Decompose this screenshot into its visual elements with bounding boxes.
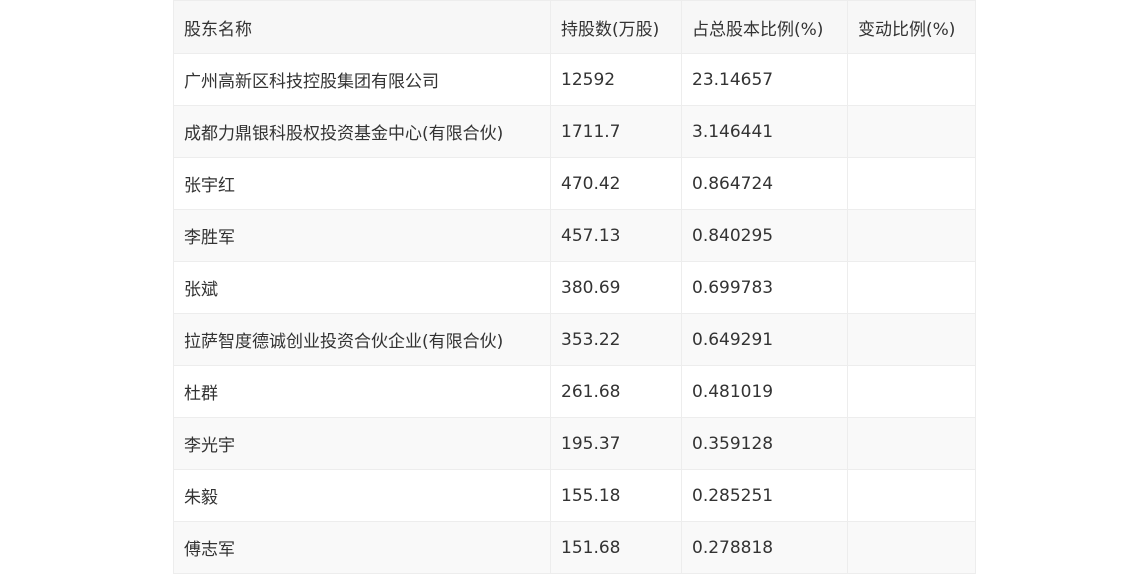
cell-ratio-total: 0.481019 bbox=[681, 365, 848, 418]
cell-shareholder-name: 张斌 bbox=[173, 261, 551, 314]
header-ratio-total: 占总股本比例(%) bbox=[681, 0, 848, 54]
table-row: 成都力鼎银科股权投资基金中心(有限合伙) 1711.7 3.146441 bbox=[173, 105, 976, 158]
cell-change-ratio bbox=[847, 417, 976, 470]
cell-shares-held: 155.18 bbox=[550, 469, 682, 522]
table-row: 张宇红 470.42 0.864724 bbox=[173, 157, 976, 210]
table-row: 拉萨智度德诚创业投资合伙企业(有限合伙) 353.22 0.649291 bbox=[173, 313, 976, 366]
cell-shareholder-name: 李胜军 bbox=[173, 209, 551, 262]
cell-ratio-total: 0.285251 bbox=[681, 469, 848, 522]
cell-shareholder-name: 成都力鼎银科股权投资基金中心(有限合伙) bbox=[173, 105, 551, 158]
cell-ratio-total: 0.864724 bbox=[681, 157, 848, 210]
cell-change-ratio bbox=[847, 53, 976, 106]
cell-change-ratio bbox=[847, 105, 976, 158]
page: 股东名称 持股数(万股) 占总股本比例(%) 变动比例(%) 广州高新区科技控股… bbox=[0, 0, 1148, 576]
table-row: 张斌 380.69 0.699783 bbox=[173, 261, 976, 314]
cell-ratio-total: 0.278818 bbox=[681, 521, 848, 574]
header-shares-held: 持股数(万股) bbox=[550, 0, 682, 54]
cell-shares-held: 151.68 bbox=[550, 521, 682, 574]
cell-change-ratio bbox=[847, 469, 976, 522]
cell-change-ratio bbox=[847, 261, 976, 314]
table-row: 广州高新区科技控股集团有限公司 12592 23.14657 bbox=[173, 53, 976, 106]
table-header: 股东名称 持股数(万股) 占总股本比例(%) 变动比例(%) bbox=[173, 0, 976, 54]
cell-change-ratio bbox=[847, 313, 976, 366]
cell-ratio-total: 0.649291 bbox=[681, 313, 848, 366]
cell-shares-held: 261.68 bbox=[550, 365, 682, 418]
cell-change-ratio bbox=[847, 365, 976, 418]
table-row: 杜群 261.68 0.481019 bbox=[173, 365, 976, 418]
cell-shares-held: 470.42 bbox=[550, 157, 682, 210]
header-shareholder-name: 股东名称 bbox=[173, 0, 551, 54]
cell-shareholder-name: 广州高新区科技控股集团有限公司 bbox=[173, 53, 551, 106]
cell-change-ratio bbox=[847, 157, 976, 210]
cell-ratio-total: 0.840295 bbox=[681, 209, 848, 262]
shareholders-table: 股东名称 持股数(万股) 占总股本比例(%) 变动比例(%) 广州高新区科技控股… bbox=[173, 0, 976, 574]
cell-shares-held: 353.22 bbox=[550, 313, 682, 366]
cell-shareholder-name: 杜群 bbox=[173, 365, 551, 418]
header-row: 股东名称 持股数(万股) 占总股本比例(%) 变动比例(%) bbox=[173, 0, 976, 54]
cell-change-ratio bbox=[847, 209, 976, 262]
cell-shareholder-name: 傅志军 bbox=[173, 521, 551, 574]
table-row: 朱毅 155.18 0.285251 bbox=[173, 469, 976, 522]
cell-shares-held: 380.69 bbox=[550, 261, 682, 314]
cell-ratio-total: 23.14657 bbox=[681, 53, 848, 106]
header-change-ratio: 变动比例(%) bbox=[847, 0, 976, 54]
cell-ratio-total: 0.359128 bbox=[681, 417, 848, 470]
cell-shareholder-name: 李光宇 bbox=[173, 417, 551, 470]
cell-shareholder-name: 朱毅 bbox=[173, 469, 551, 522]
cell-shares-held: 457.13 bbox=[550, 209, 682, 262]
cell-shares-held: 195.37 bbox=[550, 417, 682, 470]
cell-ratio-total: 0.699783 bbox=[681, 261, 848, 314]
table-body: 广州高新区科技控股集团有限公司 12592 23.14657 成都力鼎银科股权投… bbox=[173, 53, 976, 574]
cell-shareholder-name: 拉萨智度德诚创业投资合伙企业(有限合伙) bbox=[173, 313, 551, 366]
cell-ratio-total: 3.146441 bbox=[681, 105, 848, 158]
table-row: 李光宇 195.37 0.359128 bbox=[173, 417, 976, 470]
cell-change-ratio bbox=[847, 521, 976, 574]
cell-shares-held: 12592 bbox=[550, 53, 682, 106]
table-row: 傅志军 151.68 0.278818 bbox=[173, 521, 976, 574]
table-row: 李胜军 457.13 0.840295 bbox=[173, 209, 976, 262]
cell-shares-held: 1711.7 bbox=[550, 105, 682, 158]
cell-shareholder-name: 张宇红 bbox=[173, 157, 551, 210]
